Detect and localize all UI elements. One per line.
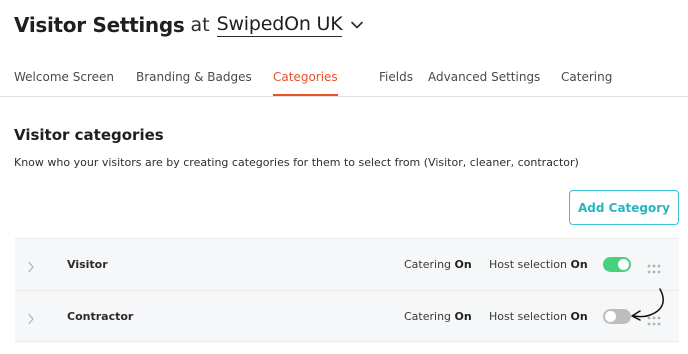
drag-handle-icon[interactable] [647,259,661,278]
tab-categories[interactable]: Categories [273,70,338,96]
category-enabled-toggle[interactable] [603,257,631,272]
category-name: Contractor [67,310,134,323]
catering-status: Catering On [404,310,472,323]
page-header: Visitor Settings at SwipedOn UK [14,8,364,42]
category-name: Visitor [67,258,108,271]
toggle-knob [618,259,629,270]
chevron-down-icon[interactable] [351,21,364,29]
tab-fields[interactable]: Fields [379,70,413,96]
section-description: Know who your visitors are by creating c… [14,156,579,169]
section-title: Visitor categories [14,126,164,144]
active-tab-indicator [273,94,338,96]
table-row: Visitor Catering On Host selection On [15,238,679,290]
host-selection-status: Host selection On [489,310,588,323]
toggle-knob [605,311,616,322]
tab-welcome-screen[interactable]: Welcome Screen [14,70,114,96]
host-selection-status: Host selection On [489,258,588,271]
location-name[interactable]: SwipedOn UK [216,13,343,37]
table-row: Contractor Catering On Host selection On [15,290,679,342]
category-enabled-toggle[interactable] [603,309,631,324]
tab-advanced-settings[interactable]: Advanced Settings [428,70,540,96]
tab-branding-badges[interactable]: Branding & Badges [136,70,252,96]
categories-table: Visitor Catering On Host selection On Co… [15,238,679,342]
tab-catering[interactable]: Catering [561,70,612,96]
title-at-text: at [190,14,210,36]
chevron-right-icon[interactable] [27,258,35,277]
page-title: Visitor Settings [14,13,185,37]
settings-tabs: Welcome Screen Branding & Badges Categor… [14,70,688,98]
drag-handle-icon[interactable] [647,311,661,330]
chevron-right-icon[interactable] [27,310,35,329]
catering-status: Catering On [404,258,472,271]
add-category-button[interactable]: Add Category [569,190,679,225]
location-dropdown[interactable]: SwipedOn UK [216,13,364,37]
